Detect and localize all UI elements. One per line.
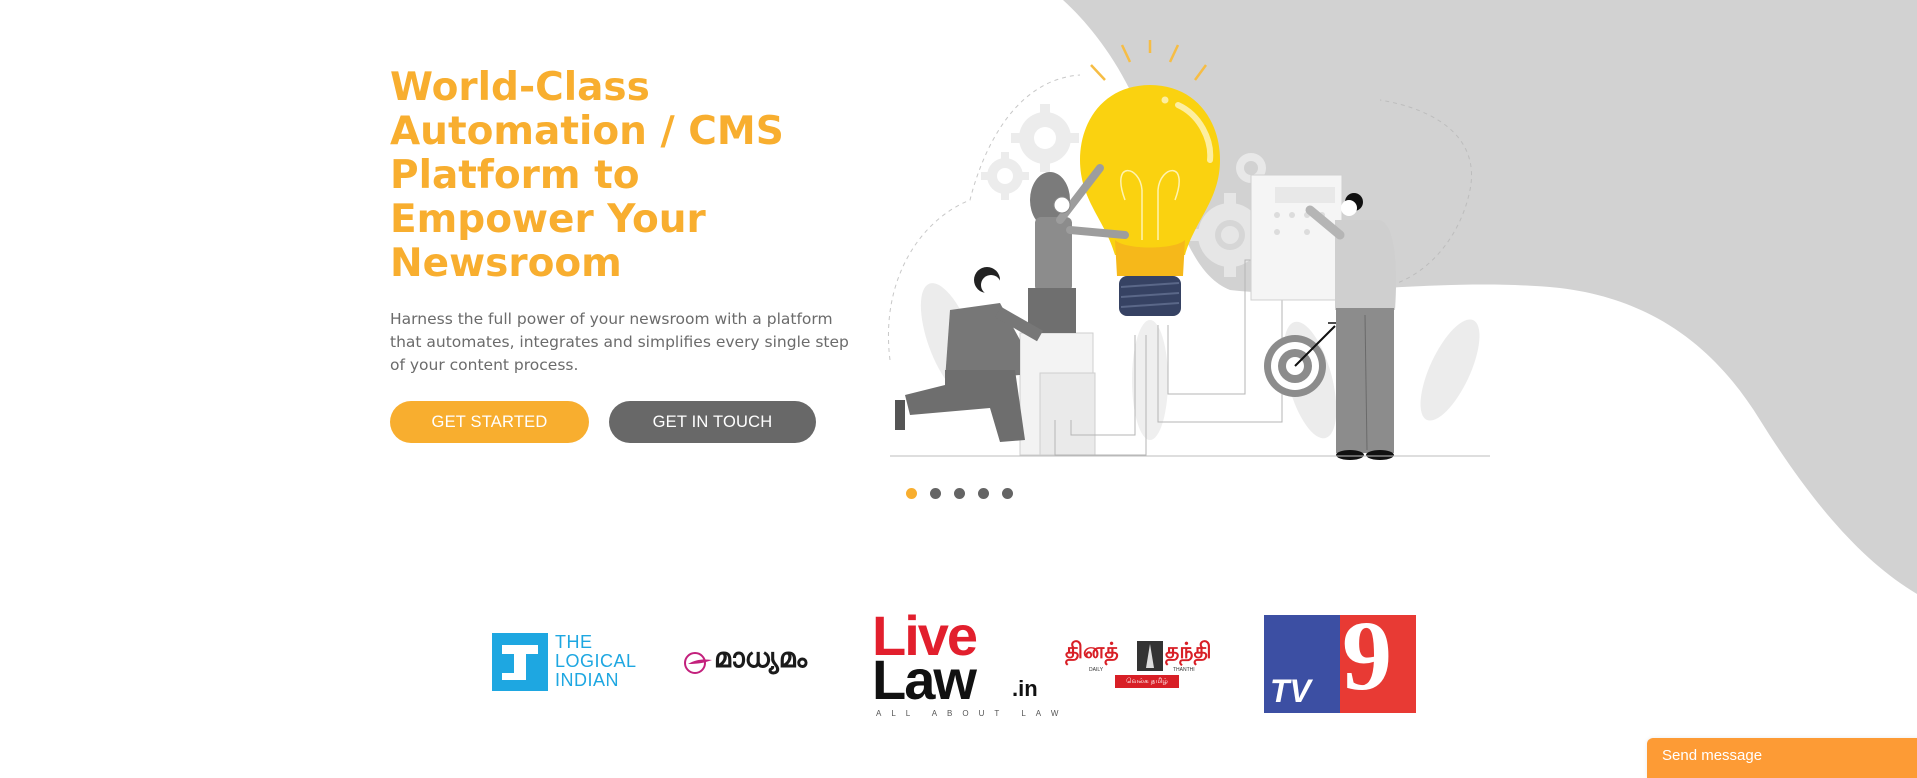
- leaf-decoration: [1420, 319, 1480, 421]
- chat-label: Send message: [1662, 747, 1763, 764]
- get-in-touch-button[interactable]: GET IN TOUCH: [609, 401, 816, 443]
- carousel-pagination: [906, 488, 1013, 499]
- logo-text: Law: [872, 648, 977, 711]
- logo-text: .in: [1012, 676, 1038, 701]
- carousel-dot[interactable]: [1002, 488, 1013, 499]
- gear-icon: [981, 152, 1029, 200]
- client-logos: THE LOGICAL INDIAN മാധ്യമം Live Law .in …: [480, 601, 1440, 725]
- logo-text: മാധ്യമം: [714, 643, 808, 674]
- thanthi-tower-icon: [1137, 641, 1163, 671]
- board-header: [1275, 187, 1335, 203]
- carousel-dot[interactable]: [978, 488, 989, 499]
- light-bulb-icon: [1080, 85, 1220, 316]
- logo-ribbon: வெல்க தமிழ்: [1115, 675, 1179, 688]
- logical-indian-mark-icon: [492, 633, 548, 691]
- get-started-button[interactable]: GET STARTED: [390, 401, 589, 443]
- logo-text: தினத்: [1065, 639, 1119, 664]
- carousel-dot[interactable]: [930, 488, 941, 499]
- logo-tagline: ALL ABOUT LAW: [876, 709, 1069, 718]
- send-message-chat-widget[interactable]: Send message: [1647, 738, 1917, 778]
- hero-section: World-Class Automation / CMS Platform to…: [390, 66, 870, 443]
- logo-text: 9: [1342, 600, 1392, 711]
- bulb-rays: [1090, 40, 1208, 81]
- logo-text: INDIAN: [555, 670, 620, 690]
- logo-text: LOGICAL: [555, 651, 637, 671]
- logo-text: THE: [555, 632, 593, 652]
- hero-title: World-Class Automation / CMS Platform to…: [390, 65, 784, 286]
- logo-madhyamam[interactable]: മാധ്യമം: [682, 643, 852, 683]
- hero-illustration: [888, 40, 1490, 460]
- hero-button-row: GET STARTED GET IN TOUCH: [390, 401, 870, 443]
- logo-livelaw[interactable]: Live Law .in ALL ABOUT LAW: [872, 604, 1058, 721]
- logo-daily-label: DAILY: [1089, 667, 1104, 673]
- logo-the-logical-indian[interactable]: THE LOGICAL INDIAN: [492, 633, 662, 693]
- madhyamam-bird-icon: [684, 652, 712, 674]
- gear-icon: [1011, 104, 1079, 172]
- logo-text: தந்தி: [1165, 639, 1212, 664]
- logo-daily-thanthi[interactable]: தினத் தந்தி DAILY THANTHI வெல்க தமிழ்: [1065, 639, 1235, 695]
- person-kneeling-man: [895, 267, 1043, 442]
- carousel-dot[interactable]: [954, 488, 965, 499]
- control-panel-side: [1039, 372, 1096, 456]
- logo-text: TV: [1270, 673, 1311, 709]
- logo-thanthi-label: THANTHI: [1173, 667, 1195, 673]
- hero-subtitle: Harness the full power of your newsroom …: [390, 310, 849, 374]
- carousel-dot[interactable]: [906, 488, 917, 499]
- logo-tv9[interactable]: TV 9: [1264, 601, 1416, 713]
